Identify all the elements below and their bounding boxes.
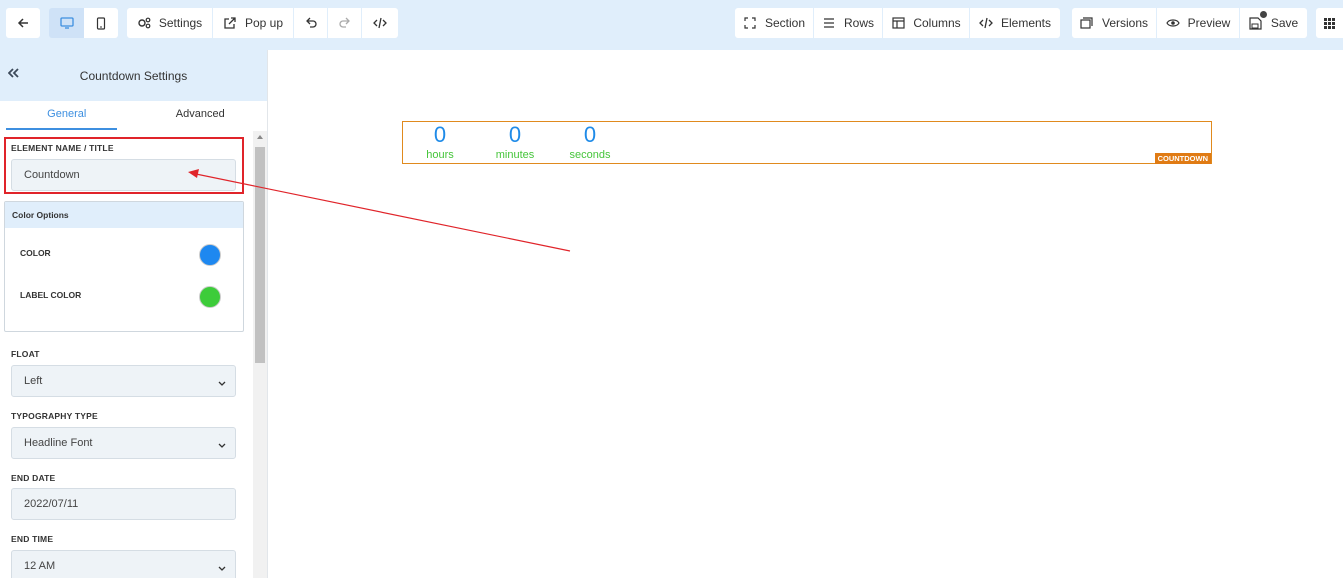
scroll-up-arrow[interactable] xyxy=(257,135,263,139)
panel-tabs: General Advanced xyxy=(0,101,267,131)
popup-label: Pop up xyxy=(244,16,284,30)
mobile-icon xyxy=(94,16,108,30)
preview-button[interactable]: Preview xyxy=(1157,8,1239,38)
rows-button[interactable]: Rows xyxy=(814,8,882,38)
countdown-badge: COUNTDOWN xyxy=(1154,153,1211,164)
typography-value: Headline Font xyxy=(24,437,93,449)
end-date-input[interactable]: 2022/07/11 xyxy=(11,488,236,520)
typography-label: TYPOGRAPHY TYPE xyxy=(11,411,98,421)
redo-button[interactable] xyxy=(328,8,361,38)
arrow-left-icon xyxy=(16,16,30,30)
code-button[interactable] xyxy=(362,8,398,38)
settings-label: Settings xyxy=(158,16,203,30)
tab-general[interactable]: General xyxy=(0,101,134,131)
menu-lines-icon xyxy=(822,16,836,30)
active-tab-indicator xyxy=(6,128,117,130)
external-link-icon xyxy=(223,16,237,30)
save-button[interactable]: Save xyxy=(1240,8,1307,38)
editor-canvas[interactable]: 0 hours 0 minutes 0 seconds COUNTDOWN xyxy=(269,50,1343,578)
versions-label: Versions xyxy=(1101,16,1149,30)
elements-label: Elements xyxy=(1000,16,1052,30)
chevron-down-icon xyxy=(218,378,226,390)
rows-label: Rows xyxy=(843,16,874,30)
panel-scrollbar[interactable] xyxy=(253,131,267,578)
expand-icon xyxy=(743,16,757,30)
countdown-element[interactable]: 0 hours 0 minutes 0 seconds COUNTDOWN xyxy=(402,121,1212,164)
eye-icon xyxy=(1165,16,1180,30)
float-select[interactable]: Left xyxy=(11,365,236,397)
gears-icon xyxy=(137,16,151,30)
countdown-seconds: 0 seconds xyxy=(563,122,617,162)
back-button[interactable] xyxy=(6,8,40,38)
end-time-label: END TIME xyxy=(11,534,54,544)
seconds-label: seconds xyxy=(569,149,611,161)
countdown-hours: 0 hours xyxy=(419,122,461,162)
mobile-view-button[interactable] xyxy=(84,8,118,38)
minutes-value: 0 xyxy=(508,122,522,147)
end-date-label: END DATE xyxy=(11,473,56,483)
versions-button[interactable]: Versions xyxy=(1072,8,1156,38)
panel-title: Countdown Settings xyxy=(79,68,188,83)
columns-icon xyxy=(891,16,905,30)
settings-button[interactable]: Settings xyxy=(127,8,212,38)
minutes-label: minutes xyxy=(495,149,535,161)
grid-icon xyxy=(1323,16,1337,30)
settings-panel: Countdown Settings General Advanced ELEM… xyxy=(0,50,268,578)
popup-button[interactable]: Pop up xyxy=(213,8,293,38)
redo-icon xyxy=(338,16,352,30)
columns-button[interactable]: Columns xyxy=(883,8,969,38)
typography-select[interactable]: Headline Font xyxy=(11,427,236,459)
save-label: Save xyxy=(1270,16,1299,30)
code-icon xyxy=(373,16,387,30)
highlight-annotation-box xyxy=(4,137,244,194)
unsaved-dot xyxy=(1259,11,1267,18)
chevron-down-icon xyxy=(218,563,226,575)
hours-value: 0 xyxy=(433,122,447,147)
code-icon xyxy=(979,16,993,30)
seconds-value: 0 xyxy=(583,122,597,147)
section-label: Section xyxy=(764,16,806,30)
color-label: COLOR xyxy=(20,248,51,258)
preview-label: Preview xyxy=(1187,16,1231,30)
label-color-label: LABEL COLOR xyxy=(20,290,82,300)
chevron-down-icon xyxy=(218,440,226,452)
apps-button[interactable] xyxy=(1316,8,1343,38)
color-options-box: Color Options COLOR LABEL COLOR xyxy=(4,201,244,332)
float-value: Left xyxy=(24,375,43,387)
float-label: FLOAT xyxy=(11,349,40,359)
tab-advanced[interactable]: Advanced xyxy=(134,101,268,131)
versions-icon xyxy=(1080,16,1094,30)
label-color-swatch[interactable] xyxy=(199,286,221,308)
color-swatch[interactable] xyxy=(199,244,221,266)
end-time-value: 12 AM xyxy=(24,560,56,572)
section-button[interactable]: Section xyxy=(735,8,813,38)
elements-button[interactable]: Elements xyxy=(970,8,1060,38)
save-icon xyxy=(1249,11,1267,30)
collapse-panel-icon[interactable] xyxy=(7,67,20,81)
end-time-select[interactable]: 12 AM xyxy=(11,550,236,578)
columns-label: Columns xyxy=(913,16,961,30)
hours-label: hours xyxy=(426,149,454,161)
undo-button[interactable] xyxy=(294,8,327,38)
top-toolbar: Settings Pop up Section Rows Columns Ele… xyxy=(0,0,1343,50)
undo-icon xyxy=(304,16,318,30)
panel-header: Countdown Settings xyxy=(0,50,267,101)
color-options-header: Color Options xyxy=(5,202,243,228)
countdown-minutes: 0 minutes xyxy=(489,122,541,162)
desktop-view-button[interactable] xyxy=(49,8,84,38)
scroll-thumb[interactable] xyxy=(255,147,265,363)
desktop-icon xyxy=(59,16,74,30)
